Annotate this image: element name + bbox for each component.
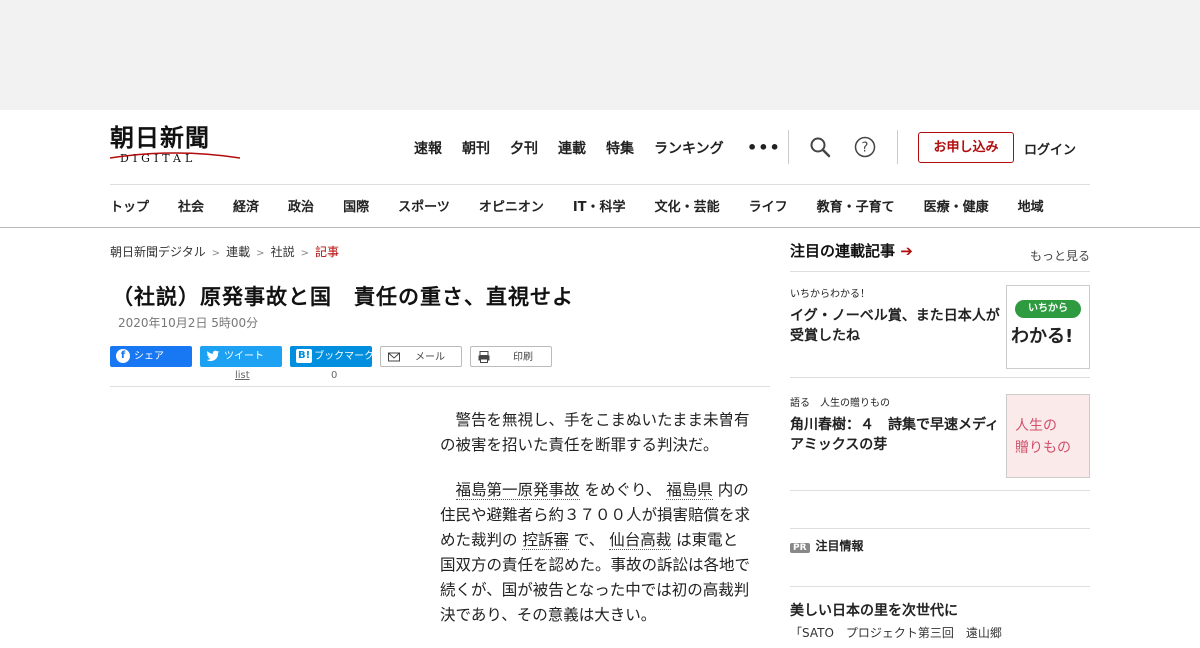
mail-share-button[interactable]: メール	[380, 346, 462, 367]
article-title: （社説）原発事故と国 責任の重さ、直視せよ	[112, 285, 574, 309]
catnav-item-top[interactable]: トップ	[110, 196, 149, 215]
keyword-link[interactable]: 控訴審	[522, 531, 569, 550]
site-logo[interactable]: 朝日新聞 DIGITAL	[110, 124, 240, 172]
mail-share-label: メール	[415, 352, 445, 363]
sidebar-divider	[790, 377, 1090, 378]
catnav-item-region[interactable]: 地域	[1018, 196, 1044, 215]
keyword-link[interactable]: 福島第一原発事故	[455, 481, 580, 500]
site-header: 朝日新聞 DIGITAL 速報 朝刊 夕刊 連載 特集 ランキング ••• ? …	[0, 110, 1200, 228]
catnav-item-it-science[interactable]: IT・科学	[573, 196, 626, 215]
arrow-right-icon: ➔	[900, 242, 913, 260]
more-link[interactable]: もっと見る	[1030, 247, 1090, 264]
svg-text:?: ?	[862, 141, 869, 156]
hatena-icon: B!	[296, 349, 313, 363]
topnav-item-chokan[interactable]: 朝刊	[462, 138, 490, 158]
breadcrumb-home[interactable]: 朝日新聞デジタル	[110, 245, 206, 259]
breadcrumb: 朝日新聞デジタル > 連載 > 社説 > 記事	[110, 243, 339, 260]
catnav-item-sports[interactable]: スポーツ	[398, 196, 450, 215]
sidebar-divider	[790, 586, 1090, 587]
sidebar-heading-text: 注目の連載記事	[790, 242, 896, 260]
catnav-item-education[interactable]: 教育・子育て	[817, 196, 895, 215]
category-nav: トップ 社会 経済 政治 国際 スポーツ オピニオン IT・科学 文化・芸能 ラ…	[110, 196, 1073, 215]
card-thumbnail[interactable]: 人生の 贈りもの	[1006, 394, 1090, 478]
header-divider	[110, 184, 1090, 185]
twitter-share-label: ツイート	[224, 351, 264, 362]
hatena-count: 0	[331, 370, 338, 381]
sidebar-divider	[790, 271, 1090, 272]
print-label: 印刷	[513, 352, 533, 363]
hatena-bookmark-label: ブックマーク	[314, 351, 375, 362]
sidebar-card[interactable]: いちからわかる！ イグ・ノーベル賞、また日本人が受賞したね いちから わかる!	[790, 285, 1090, 369]
divider	[788, 130, 789, 164]
keyword-link[interactable]: 仙台高裁	[609, 531, 672, 550]
facebook-icon: f	[116, 349, 130, 363]
search-icon[interactable]	[809, 136, 831, 158]
topnav-item-rensai[interactable]: 連載	[558, 138, 586, 158]
print-button[interactable]: 印刷	[470, 346, 552, 367]
breadcrumb-current: 記事	[314, 245, 339, 259]
sidebar-divider	[790, 528, 1090, 529]
thumb-line: 人生の	[1015, 418, 1057, 434]
topnav-item-sokuho[interactable]: 速報	[414, 138, 442, 158]
twitter-share-button[interactable]: ツイート	[200, 346, 282, 367]
card-title[interactable]: 角川春樹：４ 詩集で早速メディアミックスの芽	[790, 415, 1002, 455]
sidebar-divider	[790, 490, 1090, 491]
logo-swoosh-icon	[110, 152, 240, 159]
breadcrumb-sep: >	[300, 248, 309, 259]
card-title[interactable]: イグ・ノーベル賞、また日本人が受賞したね	[790, 306, 1002, 346]
sidebar: 注目の連載記事 ➔ もっと見る いちからわかる！ イグ・ノーベル賞、また日本人が…	[790, 240, 1090, 640]
breadcrumb-rensai[interactable]: 連載	[226, 245, 250, 259]
catnav-item-politics[interactable]: 政治	[288, 196, 314, 215]
divider	[897, 130, 898, 164]
card-thumbnail[interactable]: いちから わかる!	[1006, 285, 1090, 369]
article-divider	[110, 386, 770, 387]
facebook-share-label: シェア	[134, 351, 164, 362]
catnav-item-economy[interactable]: 経済	[233, 196, 259, 215]
pr-section-heading: PR 注目情報	[790, 537, 864, 554]
subscribe-button[interactable]: お申し込み	[918, 132, 1014, 163]
catnav-item-culture[interactable]: 文化・芸能	[655, 196, 720, 215]
pr-badge: PR	[790, 543, 810, 553]
twitter-count[interactable]: list	[235, 370, 250, 381]
hatena-bookmark-button[interactable]: B! ブックマーク	[290, 346, 375, 367]
thumb-text: 人生の 贈りもの	[1015, 415, 1071, 459]
article-body: 警告を無視し、手をこまぬいたまま未曽有の被害を招いた責任を断罪する判決だ。 福島…	[440, 408, 750, 648]
pr-label: 注目情報	[815, 539, 864, 553]
catnav-item-health[interactable]: 医療・健康	[924, 196, 989, 215]
topnav-item-ranking[interactable]: ランキング	[654, 138, 724, 158]
topnav-item-yukan[interactable]: 夕刊	[510, 138, 538, 158]
paragraph-text: をめぐり、	[579, 481, 667, 499]
logo-wordmark: 朝日新聞	[110, 123, 210, 152]
catnav-item-opinion[interactable]: オピニオン	[479, 196, 544, 215]
keyword-link[interactable]: 福島県	[666, 481, 713, 500]
more-menu-icon[interactable]: •••	[747, 138, 781, 157]
top-nav: 速報 朝刊 夕刊 連載 特集 ランキング	[414, 138, 744, 158]
article-paragraph: 福島第一原発事故 をめぐり、 福島県 内の住民や避難者ら約３７００人が損害賠償を…	[440, 478, 750, 628]
mail-icon	[388, 352, 400, 362]
print-icon	[478, 351, 490, 363]
breadcrumb-sep: >	[211, 248, 221, 259]
thumb-badge: いちから	[1015, 300, 1081, 318]
login-link[interactable]: ログイン	[1024, 139, 1076, 158]
twitter-icon	[206, 350, 220, 362]
catnav-item-life[interactable]: ライフ	[749, 196, 788, 215]
facebook-share-button[interactable]: f シェア	[110, 346, 192, 367]
catnav-item-international[interactable]: 国際	[343, 196, 369, 215]
thumb-line: 贈りもの	[1015, 440, 1071, 456]
catnav-item-society[interactable]: 社会	[178, 196, 204, 215]
article-date: 2020年10月2日 5時00分	[118, 316, 259, 330]
paragraph-text: で、	[568, 531, 610, 549]
thumb-text: わかる!	[1011, 326, 1074, 347]
breadcrumb-sep: >	[256, 248, 265, 259]
help-icon[interactable]: ?	[854, 136, 876, 158]
ad-banner-area	[0, 0, 1200, 110]
sidebar-card[interactable]: 語る 人生の贈りもの 角川春樹：４ 詩集で早速メディアミックスの芽 人生の 贈り…	[790, 394, 1090, 478]
topnav-item-tokushu[interactable]: 特集	[606, 138, 634, 158]
article-paragraph: 警告を無視し、手をこまぬいたまま未曽有の被害を招いた責任を断罪する判決だ。	[440, 411, 750, 454]
promo-subtitle[interactable]: 「SATO プロジェクト第三回 遠山郷	[790, 624, 1002, 641]
promo-title[interactable]: 美しい日本の里を次世代に	[790, 600, 958, 620]
breadcrumb-shasetsu[interactable]: 社説	[271, 245, 295, 259]
